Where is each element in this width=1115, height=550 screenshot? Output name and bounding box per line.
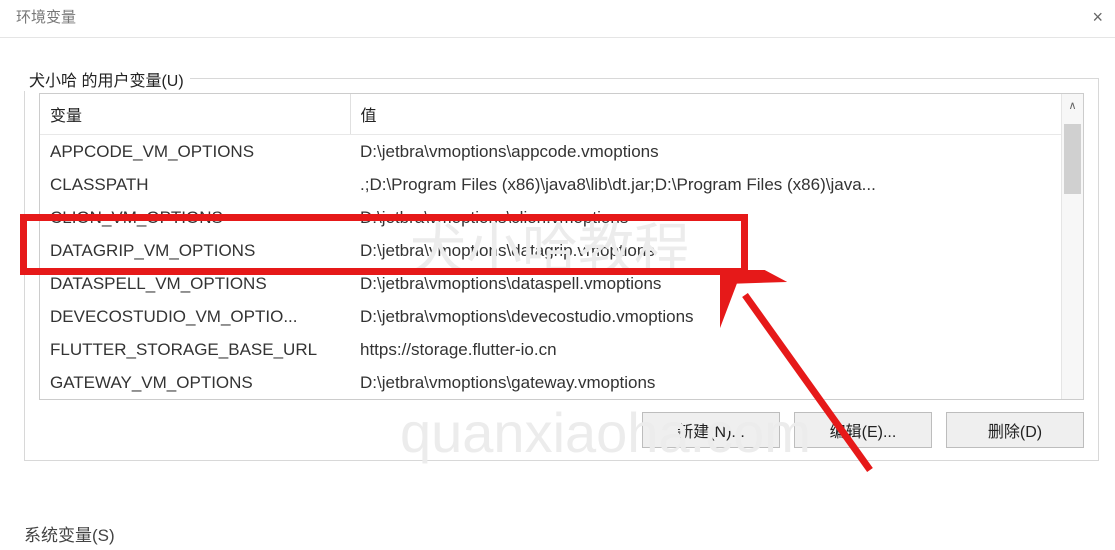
- close-icon[interactable]: ×: [1092, 8, 1103, 26]
- col-header-value[interactable]: 值: [350, 94, 1083, 135]
- cell-variable: APPCODE_VM_OPTIONS: [40, 135, 350, 168]
- cell-value: D:\jetbra\vmoptions\appcode.vmoptions: [350, 135, 1083, 168]
- cell-value: .;D:\Program Files (x86)\java8\lib\dt.ja…: [350, 168, 1083, 201]
- cell-value: D:\jetbra\vmoptions\datagrip.vmoptions: [350, 234, 1083, 267]
- cell-value: D:\jetbra\vmoptions\clion.vmoptions: [350, 201, 1083, 234]
- cell-variable: DATAGRIP_VM_OPTIONS: [40, 234, 350, 267]
- user-vars-buttons: 新建(N)... 编辑(E)... 删除(D): [642, 412, 1084, 448]
- delete-button[interactable]: 删除(D): [946, 412, 1084, 448]
- new-button[interactable]: 新建(N)...: [642, 412, 780, 448]
- table-row[interactable]: DATAGRIP_VM_OPTIONSD:\jetbra\vmoptions\d…: [40, 234, 1083, 267]
- table-row[interactable]: APPCODE_VM_OPTIONSD:\jetbra\vmoptions\ap…: [40, 135, 1083, 168]
- table-row[interactable]: GATEWAY_VM_OPTIONSD:\jetbra\vmoptions\ga…: [40, 366, 1083, 399]
- table-row[interactable]: FLUTTER_STORAGE_BASE_URLhttps://storage.…: [40, 333, 1083, 366]
- user-vars-table-wrap: 变量 值 APPCODE_VM_OPTIONSD:\jetbra\vmoptio…: [39, 93, 1084, 400]
- titlebar: 环境变量 ×: [0, 0, 1115, 38]
- dialog-body: 犬小哈 的用户变量(U) 变量 值 APPCODE_VM_OPTIONSD:\j…: [0, 38, 1115, 461]
- cell-variable: DATASPELL_VM_OPTIONS: [40, 267, 350, 300]
- user-vars-group: 犬小哈 的用户变量(U) 变量 值 APPCODE_VM_OPTIONSD:\j…: [24, 78, 1099, 461]
- scroll-thumb[interactable]: [1064, 124, 1081, 194]
- cell-value: D:\jetbra\vmoptions\dataspell.vmoptions: [350, 267, 1083, 300]
- table-row[interactable]: CLASSPATH.;D:\Program Files (x86)\java8\…: [40, 168, 1083, 201]
- cell-value: https://storage.flutter-io.cn: [350, 333, 1083, 366]
- cell-value: D:\jetbra\vmoptions\devecostudio.vmoptio…: [350, 300, 1083, 333]
- user-vars-label: 犬小哈 的用户变量(U): [23, 67, 190, 91]
- table-row[interactable]: CLION_VM_OPTIONSD:\jetbra\vmoptions\clio…: [40, 201, 1083, 234]
- cell-value: D:\jetbra\vmoptions\gateway.vmoptions: [350, 366, 1083, 399]
- scrollbar[interactable]: ∧: [1061, 94, 1083, 399]
- cell-variable: DEVECOSTUDIO_VM_OPTIO...: [40, 300, 350, 333]
- cell-variable: CLION_VM_OPTIONS: [40, 201, 350, 234]
- system-vars-label-cut: 系统变量(S): [24, 521, 115, 546]
- table-header-row: 变量 值: [40, 94, 1083, 135]
- col-header-variable[interactable]: 变量: [40, 94, 350, 135]
- user-vars-table[interactable]: 变量 值 APPCODE_VM_OPTIONSD:\jetbra\vmoptio…: [40, 94, 1083, 399]
- cell-variable: CLASSPATH: [40, 168, 350, 201]
- table-row[interactable]: DEVECOSTUDIO_VM_OPTIO...D:\jetbra\vmopti…: [40, 300, 1083, 333]
- window-title: 环境变量: [16, 6, 76, 27]
- cell-variable: GATEWAY_VM_OPTIONS: [40, 366, 350, 399]
- cell-variable: FLUTTER_STORAGE_BASE_URL: [40, 333, 350, 366]
- scroll-up-icon[interactable]: ∧: [1062, 99, 1083, 112]
- table-row[interactable]: DATASPELL_VM_OPTIONSD:\jetbra\vmoptions\…: [40, 267, 1083, 300]
- edit-button[interactable]: 编辑(E)...: [794, 412, 932, 448]
